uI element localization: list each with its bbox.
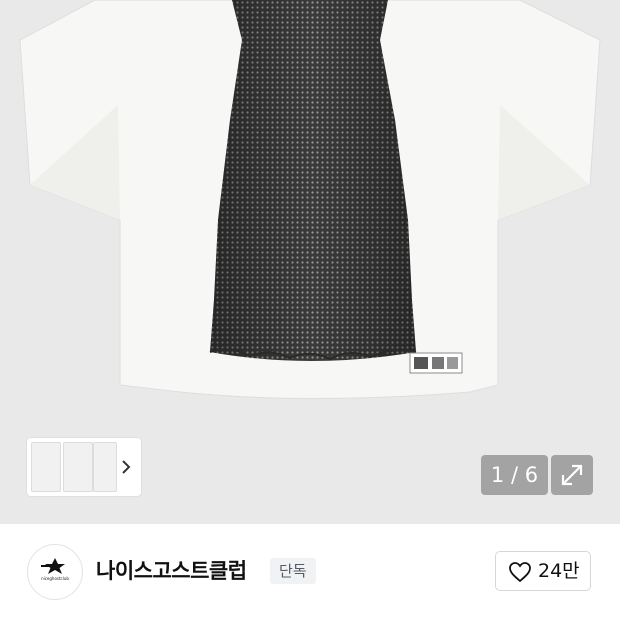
thumbnail-2[interactable] (63, 442, 93, 492)
like-count: 24만 (538, 560, 580, 582)
expand-button[interactable] (551, 455, 593, 495)
exclusive-badge: 단독 (270, 558, 316, 584)
brand-name[interactable]: 나이스고스트클럽 (96, 558, 247, 584)
product-image[interactable]: 1 / 6 (0, 0, 620, 524)
brand-logo[interactable]: niceghostclub (27, 544, 83, 600)
thumbnail-strip[interactable] (27, 438, 141, 496)
brand-row: niceghostclub 나이스고스트클럽 단독 24만 (0, 524, 620, 620)
chevron-right-icon[interactable] (119, 457, 133, 477)
expand-arrows-icon (561, 464, 583, 486)
thumbnail-3[interactable] (93, 442, 117, 492)
star-logo-icon (41, 558, 65, 574)
heart-outline-icon (509, 562, 531, 583)
like-button[interactable]: 24만 (495, 551, 591, 591)
thumbnail-1[interactable] (31, 442, 61, 492)
brand-logo-text: niceghostclub (41, 576, 69, 581)
page-counter: 1 / 6 (481, 455, 548, 495)
